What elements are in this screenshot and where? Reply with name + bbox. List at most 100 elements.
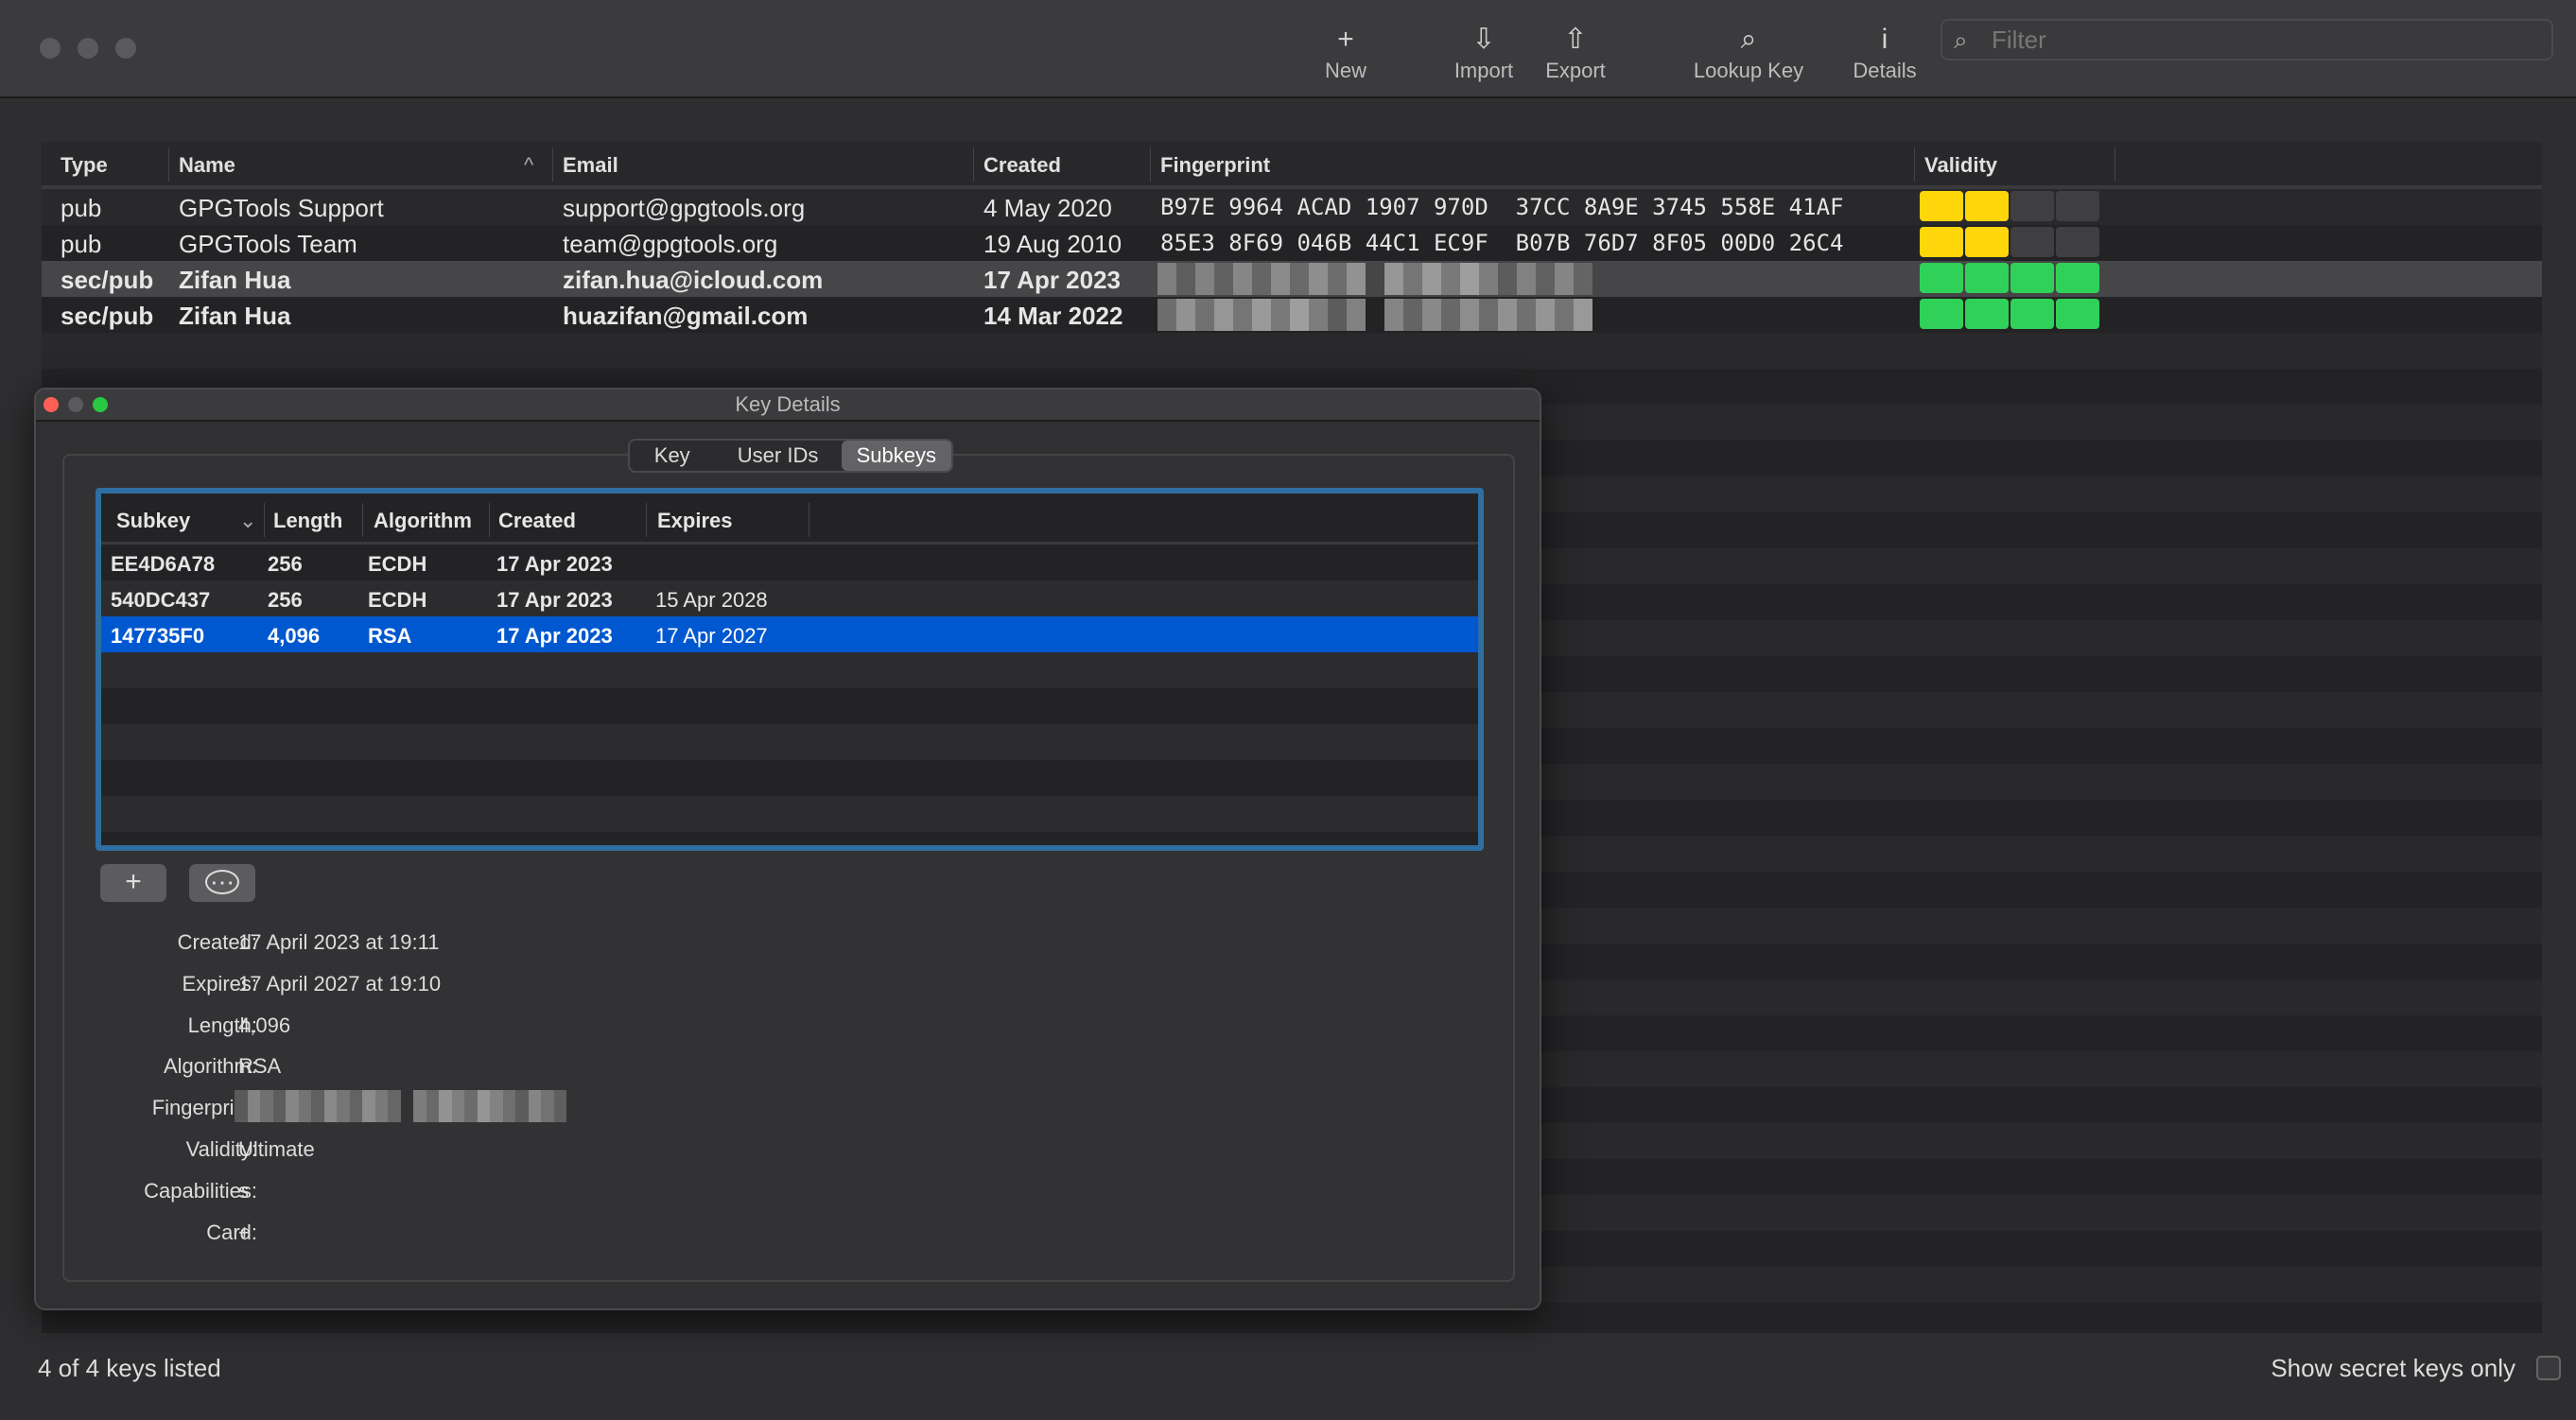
validity-segment [2010,191,2054,221]
empty-row [101,724,1478,760]
toolbar: + New ⇩ Import ⇧ Export ⌕ Lookup Key i Detail… [0,0,2576,98]
key-row[interactable]: sec/pub Zifan Hua zifan.hua@icloud.com 17 A… [42,261,2542,297]
key-count-status: 4 of 4 keys listed [38,1354,221,1382]
subkey-row[interactable]: 147735F0 4,096 RSA 17 Apr 2023 17 Apr 2027 [101,616,1478,652]
key-details-window: Key Details Key User IDs Subkeys Subkey … [34,388,1541,1310]
key-created: 14 Mar 2022 [983,302,1123,330]
tab-subkeys[interactable]: Subkeys [841,441,951,471]
validity-segment [2056,299,2099,329]
detail-label: Validity: [185,1137,257,1161]
validity-segment [1920,263,1963,293]
validity-segment [2010,299,2054,329]
tab-key[interactable]: Key [630,441,714,471]
subkey-expires: 17 Apr 2027 [655,624,768,648]
col-subkey[interactable]: Subkey [116,509,190,533]
validity-segment [2056,263,2099,293]
col-fingerprint[interactable]: Fingerprint [1160,153,1270,178]
redacted-fingerprint [1157,299,1593,331]
share-icon: ⇧ [1563,24,1588,55]
minimize-window-button[interactable] [78,38,98,59]
plus-icon: + [125,866,142,897]
add-subkey-button[interactable]: + [100,864,166,902]
search-icon: ⌕ [1954,26,1968,54]
filter-input[interactable]: ⌕ Filter [1941,19,2553,61]
empty-row [101,688,1478,724]
col-created[interactable]: Created [498,509,576,533]
detail-value: 17 April 2027 at 19:10 [238,972,442,996]
subkey-created: 17 Apr 2023 [496,624,613,648]
lookup-key-button[interactable]: ⌕ Lookup Key [1687,21,1810,83]
redacted-fingerprint [1157,263,1593,295]
subkey-row[interactable]: 540DC437 256 ECDH 17 Apr 2023 15 Apr 2028 [101,580,1478,616]
key-type: sec/pub [61,302,154,330]
subkey-created: 17 Apr 2023 [496,588,613,612]
detail-value: s [238,1179,249,1203]
detail-label: Card: [206,1221,257,1244]
key-email: huazifan@gmail.com [563,302,809,330]
validity-segment [2056,191,2099,221]
key-email: team@gpgtools.org [563,230,778,258]
detail-value: 17 April 2023 at 19:11 [238,930,440,954]
details-button[interactable]: i Details [1823,21,1946,83]
col-validity[interactable]: Validity [1924,153,1997,178]
info-icon: i [1881,24,1888,55]
empty-row [101,796,1478,832]
dialog-close-button[interactable] [44,397,59,412]
key-email: zifan.hua@icloud.com [563,266,824,294]
col-length[interactable]: Length [273,509,342,533]
subkey-algorithm: RSA [368,624,412,648]
key-row[interactable]: pub GPGTools Support support@gpgtools.org 4… [42,189,2542,225]
detail-value: + [238,1221,251,1244]
dialog-minimize-button[interactable] [68,397,83,412]
col-expires[interactable]: Expires [657,509,733,533]
key-fingerprint: B97E 9964 ACAD 1907 970D 37CC 8A9E 3745 … [1160,194,1844,220]
tab-user-ids[interactable]: User IDs [714,441,841,471]
key-type: sec/pub [61,266,154,294]
col-email[interactable]: Email [563,153,618,178]
validity-segment [2010,227,2054,257]
key-type: pub [61,230,102,258]
detail-label: Algorithm: [163,1054,257,1078]
sort-descending-icon: ⌄ [239,509,257,532]
detail-label: Created: [177,930,257,954]
new-button[interactable]: + New [1284,21,1407,83]
ellipsis-circle-icon: ⋯ [205,870,239,894]
lookup-label: Lookup Key [1693,59,1804,82]
validity-segment [1920,299,1963,329]
details-label: Details [1853,59,1917,82]
subkey-length: 256 [268,588,303,612]
subkey-id: 147735F0 [111,624,205,648]
export-button[interactable]: ⇧ Export [1514,21,1637,83]
redacted-fingerprint [235,1090,566,1122]
magnifier-icon: ⌕ [1740,24,1757,55]
validity-segment [1965,191,2009,221]
key-name: GPGTools Support [179,194,384,222]
detail-label: Length: [187,1013,257,1037]
dialog-zoom-button[interactable] [93,397,108,412]
sort-ascending-icon: ^ [524,153,534,177]
col-type[interactable]: Type [61,153,108,178]
plus-icon: + [1337,24,1354,55]
more-actions-button[interactable]: ⋯ [189,864,255,902]
empty-row [101,652,1478,688]
key-row[interactable]: sec/pub Zifan Hua huazifan@gmail.com 14 Mar… [42,297,2542,333]
col-created[interactable]: Created [983,153,1061,178]
zoom-window-button[interactable] [115,38,136,59]
empty-row [42,333,2542,369]
key-name: Zifan Hua [179,302,291,330]
secret-only-checkbox[interactable] [2536,1356,2561,1380]
subkey-algorithm: ECDH [368,552,427,576]
subkey-row[interactable]: EE4D6A78 256 ECDH 17 Apr 2023 [101,545,1478,580]
col-algorithm[interactable]: Algorithm [374,509,472,533]
detail-value: RSA [238,1054,282,1078]
detail-value: 4,096 [238,1013,291,1037]
close-window-button[interactable] [40,38,61,59]
detail-label: Capabilities: [144,1179,257,1203]
secret-only-label: Show secret keys only [2271,1354,2515,1382]
col-name[interactable]: Name [179,153,235,178]
key-name: Zifan Hua [179,266,291,294]
subkeys-table[interactable]: Subkey ⌄ Length Algorithm Created Expire… [96,488,1484,851]
import-label: Import [1453,59,1514,82]
key-row[interactable]: pub GPGTools Team team@gpgtools.org 19 Aug … [42,225,2542,261]
key-created: 17 Apr 2023 [983,266,1122,294]
